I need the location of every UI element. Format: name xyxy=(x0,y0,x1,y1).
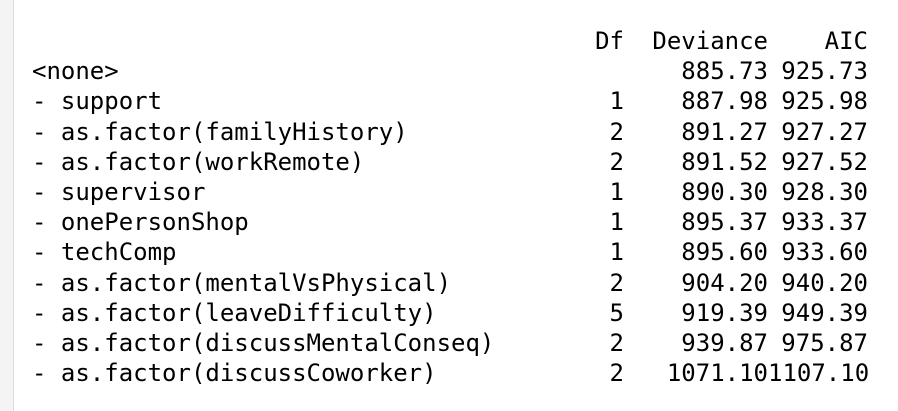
row-deviance: 891.52 xyxy=(681,147,768,176)
row-term: - onePersonShop xyxy=(32,208,249,237)
row-aic: 927.52 xyxy=(781,147,868,176)
table-row: - as.factor(workRemote) 2 891.52 927.52 xyxy=(32,147,868,177)
row-term: - as.factor(discussMentalConseq) xyxy=(32,328,495,357)
header-deviance: Deviance xyxy=(652,27,768,55)
row-deviance: 885.73 xyxy=(681,57,768,86)
row-aic: 928.30 xyxy=(781,177,868,206)
row-aic: 925.98 xyxy=(781,87,868,116)
row-term: - techComp xyxy=(32,238,177,267)
row-deviance: 895.37 xyxy=(681,208,768,237)
row-df: 2 xyxy=(609,268,624,297)
row-term: - as.factor(familyHistory) xyxy=(32,117,408,146)
header-df: Df xyxy=(595,27,624,55)
row-deviance: 1071.10 xyxy=(666,359,768,388)
row-term: - as.factor(workRemote) xyxy=(32,147,365,176)
table-row: <none> 885.73 925.73 xyxy=(32,56,868,86)
row-deviance: 895.60 xyxy=(681,238,768,267)
row-aic: 940.20 xyxy=(781,268,868,297)
row-aic: 927.27 xyxy=(781,117,868,146)
row-aic: 933.60 xyxy=(781,238,868,267)
row-deviance: 904.20 xyxy=(681,268,768,297)
row-deviance: 891.27 xyxy=(681,117,768,146)
row-term: <none> xyxy=(32,57,119,86)
row-df: 5 xyxy=(609,298,624,327)
row-term: - as.factor(mentalVsPhysical) xyxy=(32,268,452,297)
row-aic: 949.39 xyxy=(781,298,868,327)
table-row: - as.factor(leaveDifficulty) 5 919.39 94… xyxy=(32,298,868,328)
row-aic: 925.73 xyxy=(781,57,868,86)
anova-table: Df Deviance AIC <none> 885.73 925.73 - s… xyxy=(32,26,870,388)
row-term: - as.factor(discussCoworker) xyxy=(32,359,437,388)
table-row: - as.factor(mentalVsPhysical) 2 904.20 9… xyxy=(32,268,868,298)
row-df: 1 xyxy=(609,177,624,206)
row-df: 2 xyxy=(609,328,624,357)
table-row: - support 1 887.98 925.98 xyxy=(32,86,868,116)
header-aic: AIC xyxy=(824,27,868,55)
row-deviance: 939.87 xyxy=(681,328,768,357)
console-output-panel: Df Deviance AIC <none> 885.73 925.73 - s… xyxy=(0,0,898,411)
row-aic: 933.37 xyxy=(781,208,868,237)
row-df: 1 xyxy=(609,208,624,237)
panel-left-gutter xyxy=(0,0,14,411)
table-row: - as.factor(discussMentalConseq) 2 939.8… xyxy=(32,328,868,358)
row-deviance: 890.30 xyxy=(681,177,768,206)
row-term: - as.factor(leaveDifficulty) xyxy=(32,298,437,327)
table-row: - supervisor 1 890.30 928.30 xyxy=(32,177,868,207)
table-row: - as.factor(familyHistory) 2 891.27 927.… xyxy=(32,117,868,147)
row-term: - support xyxy=(32,87,163,116)
row-df: 2 xyxy=(609,117,624,146)
row-df: 1 xyxy=(609,238,624,267)
header-term xyxy=(32,26,554,56)
table-row: - techComp 1 895.60 933.60 xyxy=(32,237,868,267)
table-row: - onePersonShop 1 895.37 933.37 xyxy=(32,207,868,237)
row-df xyxy=(554,56,624,86)
row-deviance: 887.98 xyxy=(681,87,768,116)
row-aic: 975.87 xyxy=(781,328,868,357)
row-term: - supervisor xyxy=(32,177,206,206)
row-df: 1 xyxy=(609,87,624,116)
row-aic: 1107.10 xyxy=(768,359,870,388)
table-header-row: Df Deviance AIC xyxy=(32,26,868,56)
table-row: - as.factor(discussCoworker) 2 1071.10 1… xyxy=(32,358,870,388)
row-df: 2 xyxy=(609,359,624,388)
row-df: 2 xyxy=(609,147,624,176)
row-deviance: 919.39 xyxy=(681,298,768,327)
